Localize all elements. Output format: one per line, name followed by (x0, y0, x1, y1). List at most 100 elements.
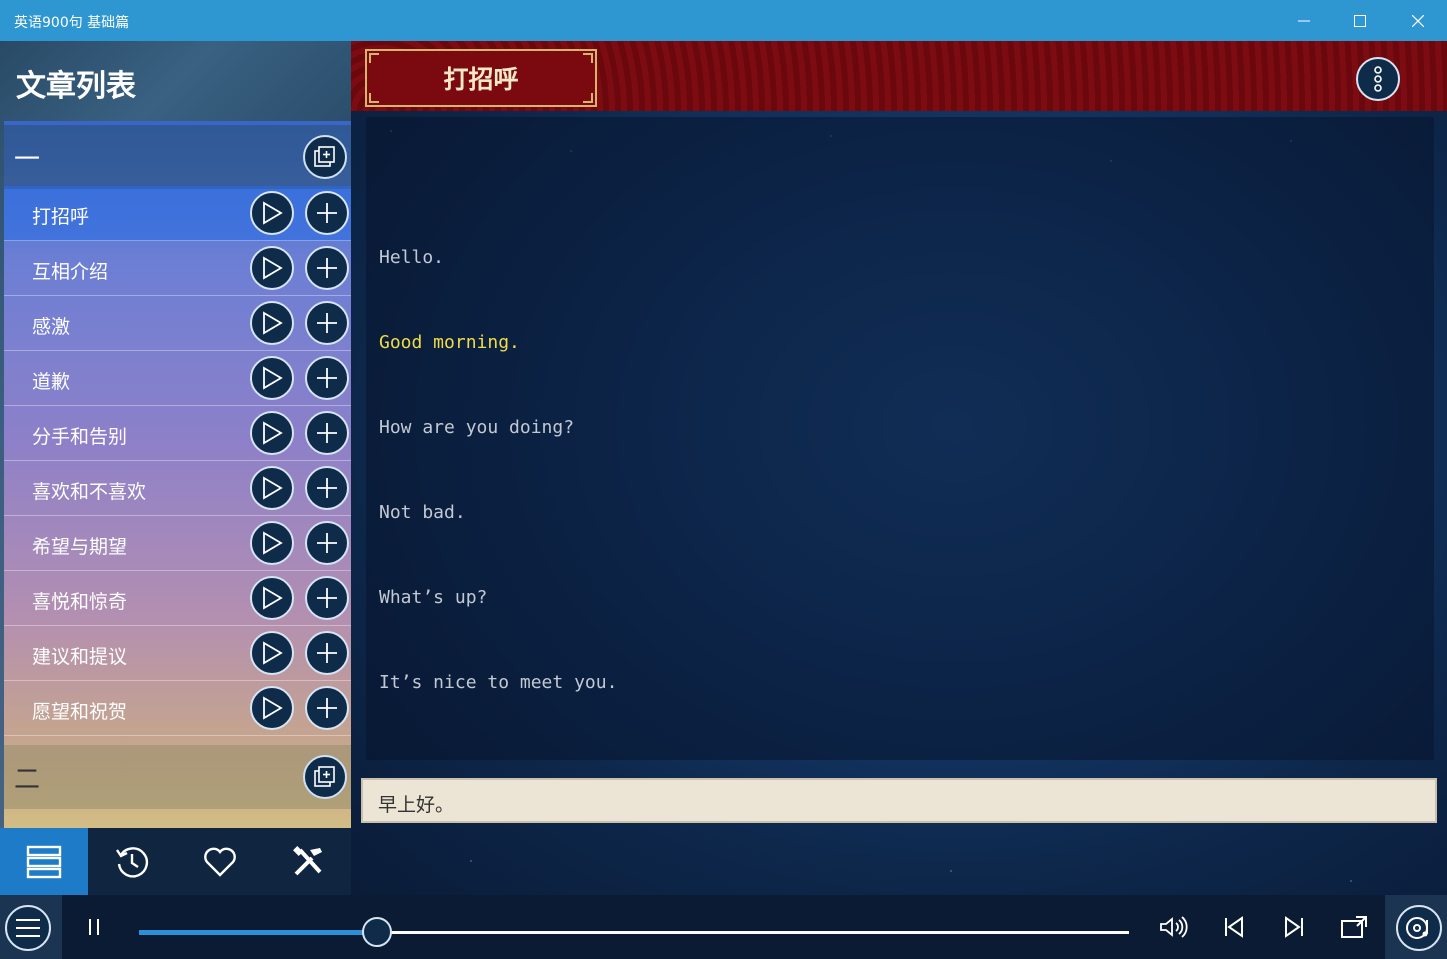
list-item[interactable]: 道歉 (4, 351, 351, 406)
sentence-line[interactable]: Hello. (379, 247, 444, 268)
play-button[interactable] (250, 411, 294, 455)
sentence-line-current[interactable]: Good morning. (379, 332, 520, 353)
corner-ornament (583, 93, 593, 103)
list-item-label: 建议和提议 (32, 646, 128, 668)
list-item-label: 喜欢和不喜欢 (32, 481, 147, 503)
play-icon (263, 311, 283, 335)
plus-icon (317, 258, 337, 278)
lesson-banner: 打招呼 (351, 41, 1447, 111)
sidebar-title: 文章列表 (16, 69, 136, 104)
translation-box: 早上好。 (361, 778, 1437, 823)
play-button[interactable] (250, 246, 294, 290)
add-button[interactable] (305, 576, 349, 620)
tab-tools[interactable] (264, 828, 352, 895)
main-menu-button[interactable] (5, 905, 51, 951)
play-button[interactable] (250, 576, 294, 620)
add-button[interactable] (305, 301, 349, 345)
group-add-button[interactable] (303, 755, 347, 799)
add-all-icon (314, 146, 335, 167)
sentence-line[interactable]: What’s up? (379, 587, 487, 608)
pause-button[interactable] (78, 911, 110, 943)
tab-list[interactable] (0, 828, 88, 895)
list-item[interactable]: 希望与期望 (4, 516, 351, 571)
now-playing-button[interactable] (1396, 905, 1442, 951)
play-button[interactable] (250, 631, 294, 675)
list-icon (26, 845, 62, 878)
list-item[interactable]: 愿望和祝贺 (4, 681, 351, 736)
plus-icon (317, 533, 337, 553)
play-icon (263, 476, 283, 500)
translation-text: 早上好。 (378, 794, 455, 816)
progress-slider[interactable] (139, 917, 1129, 947)
repeat-mode-button[interactable] (1338, 911, 1370, 943)
lesson-title: 打招呼 (443, 65, 519, 94)
maximize-button[interactable] (1331, 0, 1389, 41)
list-item-label: 分手和告别 (32, 426, 128, 448)
main-panel: 打招呼 Hello. Good morning. How are you doi… (351, 41, 1447, 895)
group-label: 一 (14, 144, 41, 175)
play-button[interactable] (250, 301, 294, 345)
group-add-button[interactable] (303, 135, 347, 179)
previous-button[interactable] (1218, 911, 1250, 943)
tools-icon (293, 845, 322, 875)
add-button[interactable] (305, 246, 349, 290)
list-item[interactable]: 感激 (4, 296, 351, 351)
play-icon (263, 641, 283, 665)
progress-thumb[interactable] (361, 917, 392, 947)
sentence-line[interactable]: It’s nice to meet you. (379, 672, 617, 693)
tab-history[interactable] (88, 828, 176, 895)
play-button[interactable] (250, 686, 294, 730)
more-options-button[interactable] (1356, 57, 1400, 101)
list-item[interactable]: 打招呼 (4, 186, 351, 241)
article-list[interactable]: 一 打招呼 互相介绍 感激 道歉 分手和告别 喜欢和不喜欢 希望与期望 喜悦和惊… (4, 121, 351, 828)
sidebar: 文章列表 一 打招呼 互相介绍 感激 道歉 分手和告别 喜欢和不喜欢 希望与期望… (0, 41, 351, 895)
volume-button[interactable] (1157, 911, 1189, 943)
skip-next-icon (1285, 916, 1303, 938)
sentence-line[interactable]: Not bad. (379, 502, 466, 523)
sentence-line[interactable]: How are you doing? (379, 417, 574, 438)
play-button[interactable] (250, 191, 294, 235)
close-icon (1412, 14, 1424, 27)
lesson-title-box: 打招呼 (365, 49, 597, 107)
add-button[interactable] (305, 356, 349, 400)
add-button[interactable] (305, 191, 349, 235)
repeat-icon (1341, 916, 1367, 938)
tab-favorites[interactable] (176, 828, 264, 895)
plus-icon (317, 203, 337, 223)
close-button[interactable] (1389, 0, 1447, 41)
more-vertical-icon (1374, 66, 1382, 92)
play-icon (263, 256, 283, 280)
play-button[interactable] (250, 356, 294, 400)
window-title: 英语900句 基础篇 (14, 15, 130, 31)
add-button[interactable] (305, 631, 349, 675)
title-bar: 英语900句 基础篇 (0, 0, 1447, 41)
group-header-1[interactable]: 一 (4, 125, 351, 189)
list-item[interactable]: 分手和告别 (4, 406, 351, 461)
group-header-2[interactable]: 二 (4, 745, 351, 809)
add-button[interactable] (305, 521, 349, 565)
pause-icon (89, 919, 99, 935)
add-button[interactable] (305, 466, 349, 510)
add-button[interactable] (305, 686, 349, 730)
corner-ornament (583, 53, 593, 63)
list-item[interactable]: 建议和提议 (4, 626, 351, 681)
plus-icon (317, 313, 337, 333)
list-item[interactable]: 喜悦和惊奇 (4, 571, 351, 626)
play-button[interactable] (250, 521, 294, 565)
play-button[interactable] (250, 466, 294, 510)
list-item-label: 打招呼 (32, 206, 90, 228)
minimize-button[interactable] (1275, 0, 1333, 41)
add-button[interactable] (305, 411, 349, 455)
plus-icon (317, 478, 337, 498)
list-item-label: 互相介绍 (32, 261, 109, 283)
play-icon (263, 586, 283, 610)
list-item[interactable]: 互相介绍 (4, 241, 351, 296)
sidebar-header: 文章列表 (0, 41, 351, 121)
plus-icon (317, 423, 337, 443)
plus-icon (317, 588, 337, 608)
next-button[interactable] (1278, 911, 1310, 943)
list-item[interactable]: 喜欢和不喜欢 (4, 461, 351, 516)
play-icon (263, 366, 283, 390)
heart-icon (204, 847, 236, 877)
group-label: 二 (14, 764, 41, 795)
